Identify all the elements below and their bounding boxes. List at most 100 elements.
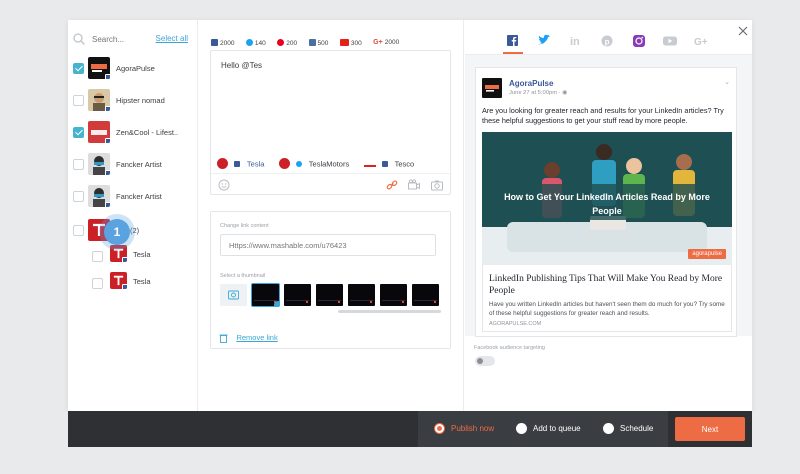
add-to-queue-option[interactable]: Add to queue [516, 411, 596, 447]
mention-option-teslamotors[interactable]: TeslaMotors [278, 155, 349, 173]
thumbnail-upload[interactable] [220, 284, 247, 306]
facebook-icon [105, 106, 110, 111]
account-name: Zen&Cool - Lifest.. [116, 128, 179, 137]
account-group-tesla[interactable]: (2) [72, 219, 196, 243]
tab-google-plus[interactable]: G+ [694, 32, 710, 50]
select-all-link[interactable]: Select all [156, 34, 188, 43]
youtube-count: 300 [339, 38, 362, 47]
account-checkbox[interactable] [92, 251, 103, 262]
link-preview-box[interactable]: LinkedIn Publishing Tips That Will Make … [482, 265, 732, 332]
youtube-icon [339, 38, 349, 46]
avatar [88, 185, 110, 207]
image-title: How to Get Your LinkedIn Articles Read b… [504, 192, 710, 216]
tab-linkedin[interactable]: in [568, 32, 584, 50]
avatar [88, 121, 110, 143]
audience-targeting-label: Facebook audience targeting [474, 345, 545, 351]
publish-now-option[interactable]: Publish now [434, 411, 514, 447]
tab-youtube[interactable] [662, 32, 678, 50]
svg-text:G+: G+ [694, 37, 708, 48]
account-checkbox[interactable] [73, 191, 84, 202]
instagram-icon [632, 35, 645, 47]
post-text: Are you looking for greater reach and re… [482, 106, 724, 125]
tab-twitter[interactable] [536, 32, 552, 50]
camera-icon[interactable] [430, 178, 444, 192]
agorapulse-logo: agorapulse [688, 249, 726, 259]
network-tabs: in p G+ [503, 32, 721, 54]
avatar [88, 57, 110, 79]
chevron-down-icon[interactable]: ⌄ [724, 78, 730, 86]
account-checkbox[interactable] [73, 95, 84, 106]
tab-instagram[interactable] [631, 32, 647, 50]
pinterest-icon [277, 38, 285, 46]
account-checkbox[interactable] [92, 278, 103, 289]
facebook-icon [105, 138, 110, 143]
google-plus-icon: G+ [373, 39, 383, 47]
message-composer[interactable]: Hello @Tes Tesla TeslaMotors Tesco [210, 50, 452, 195]
thumbnail-option[interactable] [348, 284, 375, 306]
radio-button[interactable] [435, 424, 444, 433]
camera-icon [228, 290, 239, 300]
account-checkbox[interactable] [73, 225, 84, 236]
remove-link-button[interactable]: Remove link [236, 333, 277, 342]
account-name: Fancker Artist [116, 160, 162, 169]
twitter-icon [296, 160, 303, 167]
tesla-logo-icon [278, 158, 290, 170]
emoji-icon[interactable] [217, 178, 231, 192]
facebook-post-preview: AgoraPulse June 27 at 5:00pm · ◉ ⌄ Are y… [475, 67, 737, 337]
audience-targeting-toggle[interactable] [475, 356, 495, 366]
message-text[interactable]: Hello @Tes [221, 61, 262, 70]
account-row-tesla-2[interactable]: Tesla [72, 272, 196, 296]
radio-button[interactable] [516, 423, 527, 434]
svg-text:p: p [605, 37, 610, 46]
radio-button[interactable] [603, 423, 614, 434]
mention-option-tesla[interactable]: Tesla [217, 155, 264, 173]
link-url-input[interactable] [220, 234, 436, 256]
account-checkbox[interactable] [73, 159, 84, 170]
account-row-agorapulse[interactable]: AgoraPulse [72, 57, 196, 81]
account-row-tesla-1[interactable]: Tesla [72, 245, 196, 269]
account-row-zencool[interactable]: Zen&Cool - Lifest.. [72, 121, 196, 145]
post-date: June 27 at 5:00pm · ◉ [509, 90, 568, 96]
composer-toolbar [211, 173, 452, 195]
facebook-icon [382, 160, 389, 167]
thumbnail-option[interactable] [412, 284, 439, 306]
close-icon[interactable] [736, 24, 750, 38]
video-upload-icon[interactable] [407, 178, 421, 192]
account-name: Hipster nomad [116, 96, 165, 105]
search-input[interactable] [92, 32, 152, 46]
link-description: Have you written LinkedIn articles but h… [489, 301, 725, 317]
page-avatar [482, 78, 502, 98]
tab-facebook[interactable] [503, 32, 523, 54]
facebook-icon [105, 202, 110, 207]
linkedin-icon: in [570, 36, 580, 48]
thumbnail-option[interactable] [380, 284, 407, 306]
avatar [110, 245, 127, 262]
account-row-hipster[interactable]: Hipster nomad [72, 89, 196, 113]
facebook-icon [507, 35, 518, 46]
facebook-icon [234, 160, 241, 167]
account-search: Select all [72, 32, 194, 48]
facebook-icon [211, 38, 218, 46]
tab-pinterest[interactable]: p [599, 32, 615, 50]
page-name: AgoraPulse [509, 79, 554, 88]
youtube-icon [663, 36, 678, 46]
next-button[interactable]: Next [675, 417, 745, 441]
svg-text:in: in [570, 36, 580, 48]
thumbnail-option[interactable] [252, 284, 279, 306]
check-icon [274, 301, 279, 306]
thumbnail-option[interactable] [284, 284, 311, 306]
facebook-icon [122, 284, 127, 289]
google-plus-icon: G+ [694, 37, 708, 48]
thumbnail-option[interactable] [316, 284, 343, 306]
search-icon [73, 33, 85, 45]
instagram-icon [308, 38, 316, 46]
thumbnail-scrollbar[interactable] [338, 310, 441, 313]
account-checkbox[interactable] [73, 127, 84, 138]
mention-option-tesco[interactable]: Tesco [363, 155, 414, 173]
facebook-icon [105, 170, 110, 175]
account-row-fancker-1[interactable]: Fancker Artist [72, 153, 196, 177]
link-icon[interactable] [385, 178, 399, 192]
account-checkbox[interactable] [73, 63, 84, 74]
schedule-option[interactable]: Schedule [603, 411, 663, 447]
account-row-fancker-2[interactable]: Fancker Artist [72, 185, 196, 209]
